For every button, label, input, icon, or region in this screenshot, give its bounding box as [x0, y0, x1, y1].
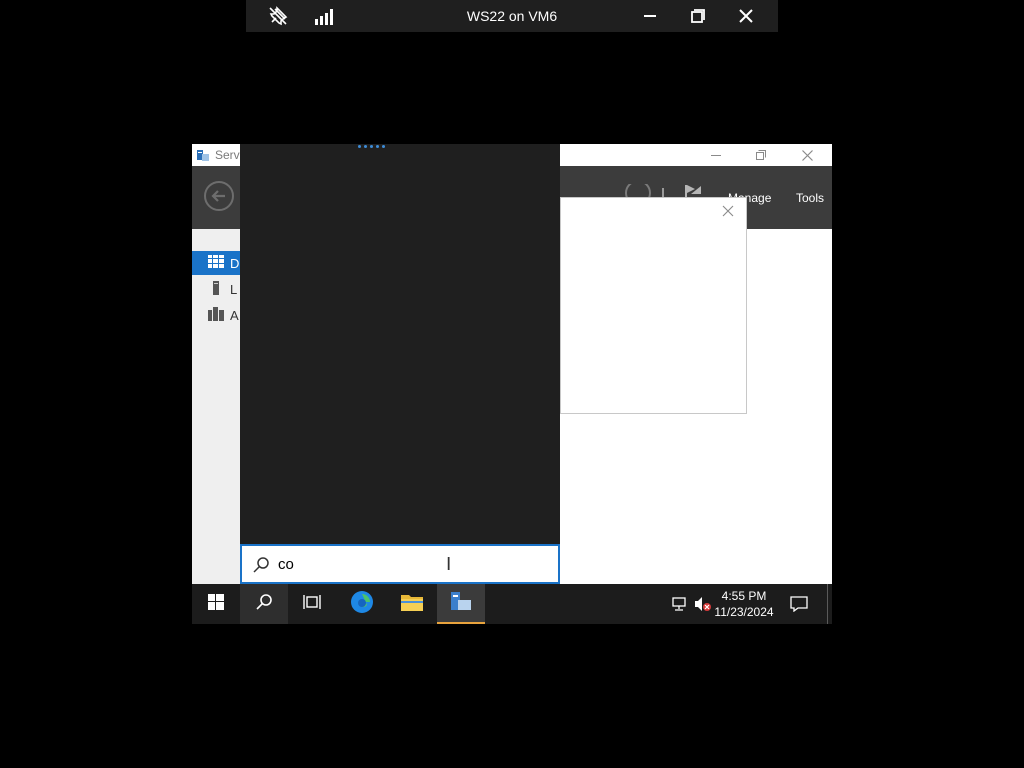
volume-muted-icon[interactable] [694, 596, 712, 617]
clock-time: 4:55 PM [721, 589, 767, 603]
remote-session-bar: WS22 on VM6 [246, 0, 778, 32]
network-icon[interactable] [670, 596, 688, 617]
taskbar: 4:55 PM 11/23/2024 [192, 584, 832, 624]
notification-popup [560, 197, 747, 414]
task-view-button[interactable] [288, 584, 336, 624]
window-restore-icon[interactable] [751, 147, 771, 163]
server-manager-nav: D L A [192, 229, 240, 584]
nav-item-label: A [230, 307, 239, 323]
taskbar-clock[interactable]: 4:55 PM 11/23/2024 [714, 588, 774, 620]
tools-menu[interactable]: Tools [796, 191, 824, 205]
back-arrow-icon[interactable] [204, 181, 234, 211]
clock-date: 11/23/2024 [714, 605, 774, 619]
folder-icon [400, 592, 424, 617]
edge-icon [350, 590, 374, 619]
edge-button[interactable] [338, 584, 386, 624]
window-title: Serv [215, 148, 240, 162]
search-input[interactable] [278, 552, 528, 576]
local-server-icon [208, 280, 224, 299]
all-servers-icon [208, 306, 224, 325]
close-icon[interactable] [734, 4, 758, 28]
loading-dots [358, 145, 385, 148]
windows-logo-icon [208, 593, 224, 615]
nav-item-dashboard[interactable]: D [208, 254, 240, 272]
nav-item-local-server[interactable]: L [208, 280, 238, 298]
file-explorer-button[interactable] [388, 584, 436, 624]
task-view-icon [303, 594, 321, 615]
text-cursor-icon: I [446, 554, 452, 575]
show-desktop-button[interactable] [827, 584, 828, 624]
popup-close-icon[interactable] [722, 204, 734, 222]
window-minimize-icon[interactable] [706, 147, 726, 163]
taskbar-search-box[interactable]: I [240, 544, 560, 584]
start-button[interactable] [192, 584, 240, 624]
search-icon [255, 593, 273, 616]
search-icon [252, 556, 270, 579]
server-manager-icon [449, 589, 473, 618]
dashboard-icon [208, 254, 224, 272]
nav-item-label: L [230, 281, 238, 297]
server-manager-icon [196, 148, 210, 167]
remote-desktop: Serv Manage Tools D L A co I 4:55 PM 11/… [192, 144, 832, 624]
window-close-icon[interactable] [797, 147, 817, 163]
start-search-panel [240, 144, 560, 544]
search-button[interactable] [240, 584, 288, 624]
minimize-icon[interactable] [638, 4, 662, 28]
server-manager-taskbar-button[interactable] [437, 584, 485, 624]
nav-item-all-servers[interactable]: A [208, 306, 239, 325]
nav-item-label: D [230, 255, 240, 271]
restore-icon[interactable] [686, 4, 710, 28]
action-center-icon[interactable] [790, 596, 808, 617]
